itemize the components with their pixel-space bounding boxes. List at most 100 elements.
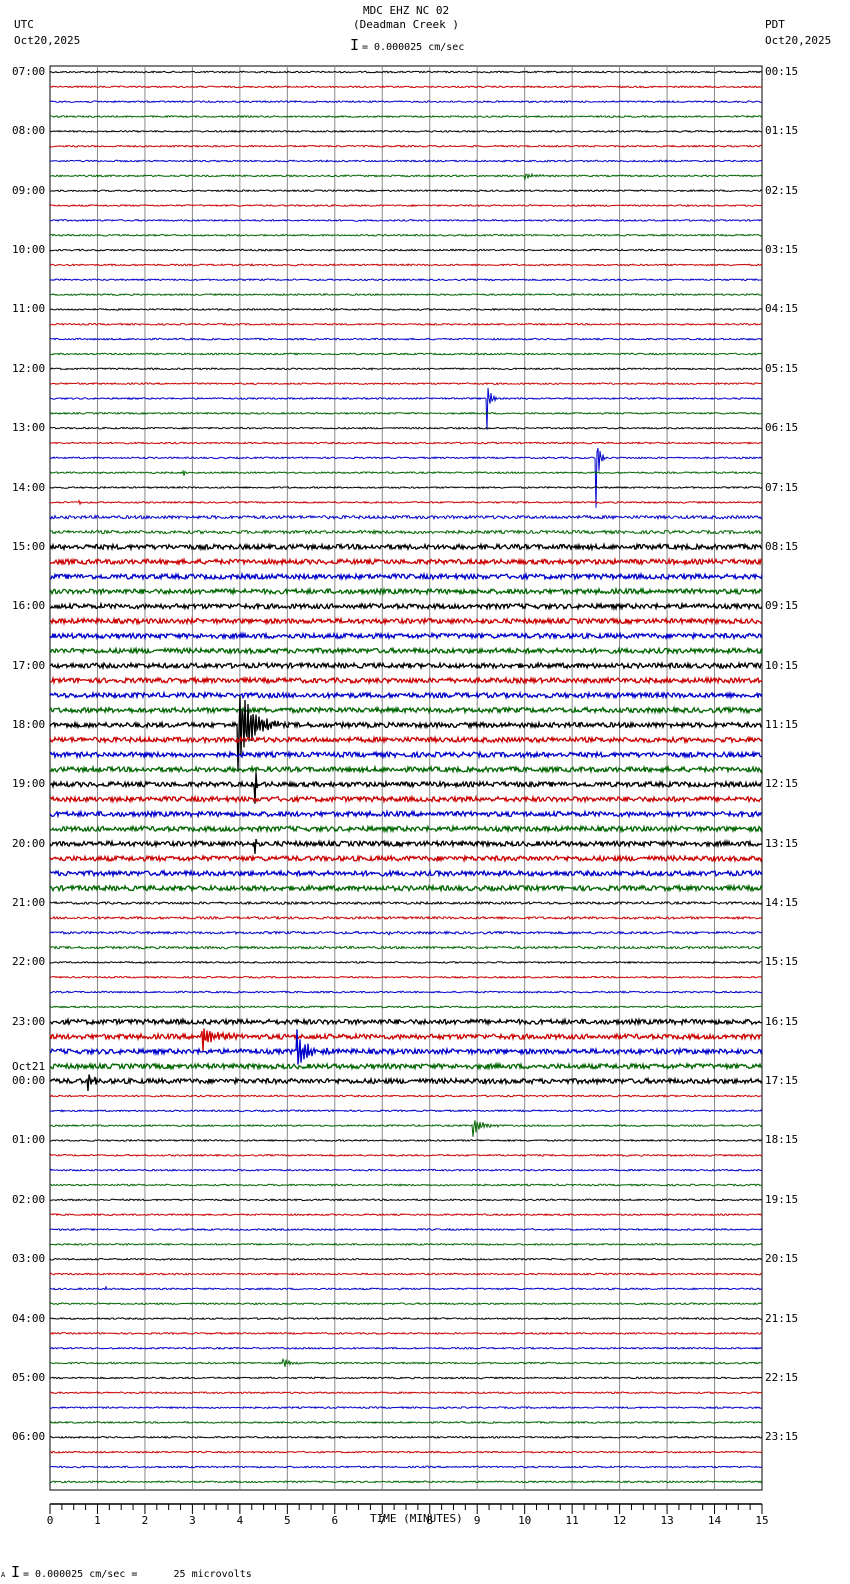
footer-scale-bar-icon: I <box>11 1563 21 1581</box>
seismic-trace <box>49 1005 763 1009</box>
right-time-label: 19:15 <box>765 1192 799 1206</box>
seismic-trace <box>50 322 763 326</box>
left-time-label: 18:00 <box>12 717 46 731</box>
left-time-label: 12:00 <box>12 361 46 375</box>
seismic-trace <box>49 853 763 864</box>
x-tick-label: 6 <box>331 1514 339 1527</box>
seismic-trace <box>49 1405 762 1410</box>
seismic-trace <box>49 823 763 834</box>
seismic-trace <box>49 189 763 193</box>
seismic-trace <box>49 159 763 163</box>
right-time-label: 09:15 <box>765 599 799 613</box>
seismic-trace <box>49 100 763 104</box>
seismic-trace <box>49 838 763 854</box>
seismic-trace <box>49 571 763 582</box>
seismic-trace <box>49 382 762 386</box>
seismic-trace <box>49 1357 763 1367</box>
seismic-trace <box>49 764 763 775</box>
seismic-trace <box>49 278 763 282</box>
seismic-trace <box>49 337 763 341</box>
seismic-trace <box>49 1028 763 1052</box>
seismic-trace <box>49 945 763 950</box>
right-time-label: 10:15 <box>765 658 799 672</box>
seismic-trace <box>49 690 763 700</box>
seismic-trace <box>49 1257 763 1261</box>
x-tick-label: 4 <box>236 1514 244 1527</box>
left-time-label: 13:00 <box>12 421 46 435</box>
seismic-trace <box>49 868 763 879</box>
seismic-trace <box>49 367 763 371</box>
right-time-label: 03:15 <box>765 243 799 257</box>
seismic-trace <box>49 1316 763 1321</box>
seismic-trace <box>49 975 763 979</box>
left-time-label: 14:00 <box>12 480 46 494</box>
seismic-trace <box>49 70 763 74</box>
seismic-trace <box>49 172 763 181</box>
right-time-label: 18:15 <box>765 1133 799 1147</box>
left-time-label: 10:00 <box>12 243 46 257</box>
seismic-trace <box>49 1120 763 1137</box>
right-time-label: 08:15 <box>765 539 799 553</box>
seismic-trace <box>49 915 763 921</box>
x-tick-label: 3 <box>189 1514 196 1527</box>
left-time-label: 16:00 <box>12 599 46 613</box>
seismic-trace <box>50 233 763 237</box>
seismic-trace <box>49 1074 763 1091</box>
left-time-label: 23:00 <box>12 1014 46 1028</box>
left-time-label: 04:00 <box>12 1311 46 1325</box>
seismic-trace <box>49 646 763 656</box>
date-change-label: Oct21 <box>12 1060 46 1074</box>
left-time-label: 06:00 <box>12 1430 46 1444</box>
seismic-trace <box>49 675 763 686</box>
x-tick-label: 1 <box>94 1514 101 1527</box>
seismic-trace <box>49 485 763 490</box>
seismic-trace <box>49 218 763 223</box>
x-tick-label: 15 <box>755 1514 769 1527</box>
left-time-label: 09:00 <box>12 183 46 197</box>
seismic-trace <box>49 263 762 267</box>
right-time-label: 11:15 <box>765 717 799 731</box>
right-time-label: 06:15 <box>765 421 799 435</box>
seismic-trace <box>49 1198 763 1202</box>
seismic-trace <box>49 1346 763 1350</box>
seismic-trace <box>49 1242 763 1246</box>
seismic-trace <box>49 541 763 552</box>
seismic-trace <box>49 1061 763 1071</box>
right-time-label: 23:15 <box>765 1430 799 1444</box>
seismic-trace <box>49 411 763 415</box>
seismic-trace <box>49 734 763 745</box>
seismic-trace <box>49 144 763 148</box>
seismic-trace <box>50 990 763 994</box>
seismic-trace <box>49 85 763 89</box>
seismic-trace <box>50 292 763 297</box>
right-time-label: 21:15 <box>765 1311 799 1325</box>
right-time-label: 15:15 <box>765 955 799 969</box>
left-time-label: 19:00 <box>12 777 46 791</box>
seismic-trace <box>50 447 763 508</box>
seismic-trace <box>49 129 763 133</box>
seismic-trace <box>49 1435 763 1440</box>
seismic-trace <box>49 1094 763 1098</box>
seismic-trace <box>49 1138 763 1143</box>
seismic-trace <box>49 1285 763 1291</box>
x-tick-label: 2 <box>141 1514 149 1527</box>
seismic-trace <box>49 1480 763 1484</box>
x-tick-label: 9 <box>473 1514 481 1527</box>
x-tick-label: 0 <box>46 1514 54 1527</box>
seismic-trace <box>49 586 763 597</box>
seismic-trace <box>49 930 763 936</box>
seismic-trace <box>49 441 763 445</box>
right-time-label: 05:15 <box>765 361 799 375</box>
seismic-trace <box>49 631 763 641</box>
seismic-trace <box>49 307 763 312</box>
seismic-trace <box>49 1016 763 1027</box>
x-tick-label: 5 <box>284 1514 291 1527</box>
left-time-label: 00:00 <box>12 1074 46 1088</box>
right-time-label: 07:15 <box>765 480 799 494</box>
footer-mark: A <box>1 1571 6 1579</box>
seismic-trace <box>49 248 763 252</box>
x-axis-label: TIME (MINUTES) <box>370 1512 463 1525</box>
seismic-trace <box>49 660 763 671</box>
left-time-label: 01:00 <box>12 1133 46 1147</box>
footer-scale: = 0.000025 cm/sec = 25 microvolts <box>23 1569 252 1580</box>
